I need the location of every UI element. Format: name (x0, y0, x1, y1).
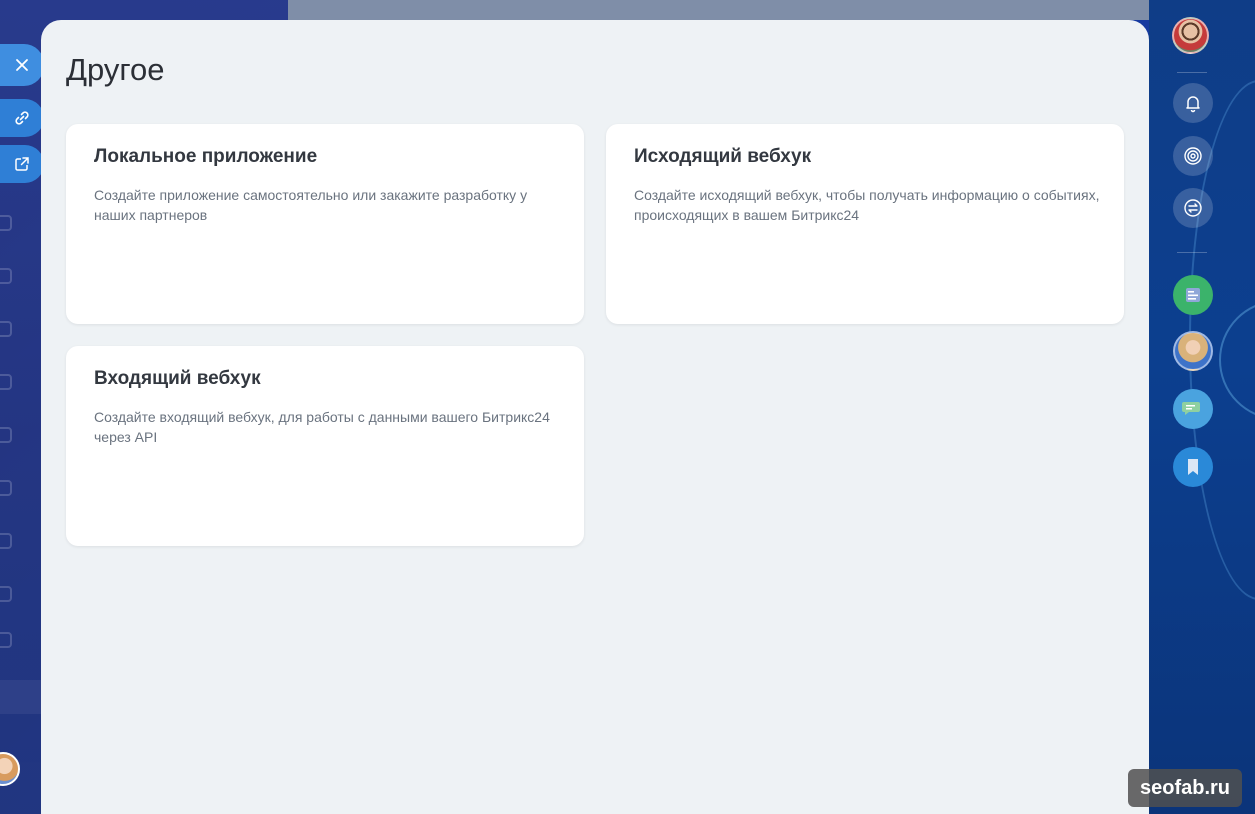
slider-panel: Другое Локальное приложение Создайте при… (41, 20, 1149, 814)
card-title: Локальное приложение (94, 146, 318, 167)
card-incoming-webhook[interactable]: Входящий вебхук Создайте входящий вебхук… (66, 346, 584, 546)
ghost-menu-item (0, 586, 40, 610)
ghost-menu-item (0, 374, 40, 398)
spiral-icon (1184, 147, 1202, 165)
bookmarks-button[interactable] (1173, 447, 1213, 487)
chat-icon (1182, 402, 1200, 415)
close-icon (16, 59, 28, 71)
watermark: seofab.ru (1128, 769, 1242, 807)
link-icon (15, 111, 29, 125)
menu-item-icon (0, 321, 12, 337)
menu-item-icon (0, 632, 12, 648)
ghost-menu-item (0, 427, 40, 451)
card-title: Исходящий вебхук (634, 146, 812, 167)
card-description: Создайте приложение самостоятельно или з… (94, 187, 528, 223)
menu-item-icon (0, 215, 12, 231)
bookmark-icon (1188, 459, 1198, 475)
card-outgoing-webhook[interactable]: Исходящий вебхук Создайте исходящий вебх… (606, 124, 1124, 324)
ghost-menu-item (0, 533, 40, 557)
ghost-menu-item (0, 321, 40, 345)
background-overlay (288, 0, 1150, 20)
open-in-new-window-button[interactable] (0, 145, 44, 183)
user-avatar[interactable] (1172, 17, 1209, 54)
notifications-button[interactable] (1173, 83, 1213, 123)
ghost-menu-item (0, 480, 40, 504)
document-list-icon (1186, 288, 1200, 302)
menu-item-icon (0, 480, 12, 496)
menu-item-icon (0, 533, 12, 549)
external-link-icon (15, 157, 29, 171)
menu-item-icon (0, 586, 12, 602)
bell-icon (1186, 96, 1200, 113)
copilot-button[interactable] (1173, 136, 1213, 176)
menu-item-icon (0, 374, 12, 390)
card-title: Входящий вебхук (94, 368, 261, 389)
copy-link-button[interactable] (0, 99, 44, 137)
contact-avatar[interactable] (1173, 331, 1213, 371)
card-description: Создайте входящий вебхук, для работы с д… (94, 409, 550, 445)
chat-shortcut[interactable] (1173, 389, 1213, 429)
exchange-icon (1184, 199, 1202, 217)
ghost-menu-item (0, 632, 40, 656)
ghost-menu-item (0, 215, 40, 239)
divider (1177, 252, 1207, 253)
menu-item-icon (0, 427, 12, 443)
menu-item-icon (0, 268, 12, 284)
right-rail (1149, 0, 1255, 814)
card-local-app[interactable]: Локальное приложение Создайте приложение… (66, 124, 584, 324)
close-slider-button[interactable] (0, 44, 44, 86)
page-title: Другое (66, 52, 165, 87)
divider (1177, 72, 1207, 73)
card-description: Создайте исходящий вебхук, чтобы получат… (634, 187, 1100, 223)
ghost-menu-item (0, 268, 40, 292)
app-shortcut-green[interactable] (1173, 275, 1213, 315)
exchange-button[interactable] (1173, 188, 1213, 228)
